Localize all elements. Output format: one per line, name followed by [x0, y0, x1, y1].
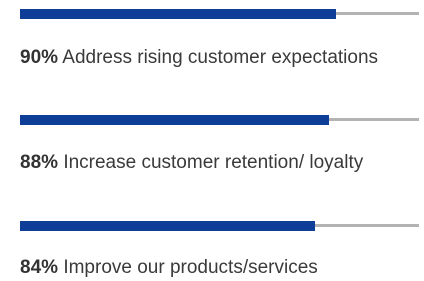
category-label: Improve our products/services — [63, 257, 318, 278]
bar-label: 88% Increase customer retention/ loyalty — [20, 150, 380, 176]
category-label: Address rising customer expectations — [62, 47, 379, 68]
chart-item: 84% Improve our products/services — [20, 221, 419, 281]
bar-label: 84% Improve our products/services — [20, 255, 380, 281]
category-label: Increase customer retention/ loyalty — [63, 152, 364, 173]
bar — [20, 9, 336, 19]
bar-label: 90% Address rising customer expectations — [20, 45, 380, 71]
bar — [20, 221, 315, 231]
bar-track — [20, 115, 419, 125]
bar-track — [20, 9, 419, 19]
value-label: 90% — [20, 47, 59, 68]
bar-track — [20, 221, 419, 231]
bar — [20, 115, 329, 125]
chart-item: 90% Address rising customer expectations — [20, 9, 419, 71]
value-label: 84% — [20, 257, 59, 278]
chart-item: 88% Increase customer retention/ loyalty — [20, 115, 419, 176]
value-label: 88% — [20, 152, 59, 173]
